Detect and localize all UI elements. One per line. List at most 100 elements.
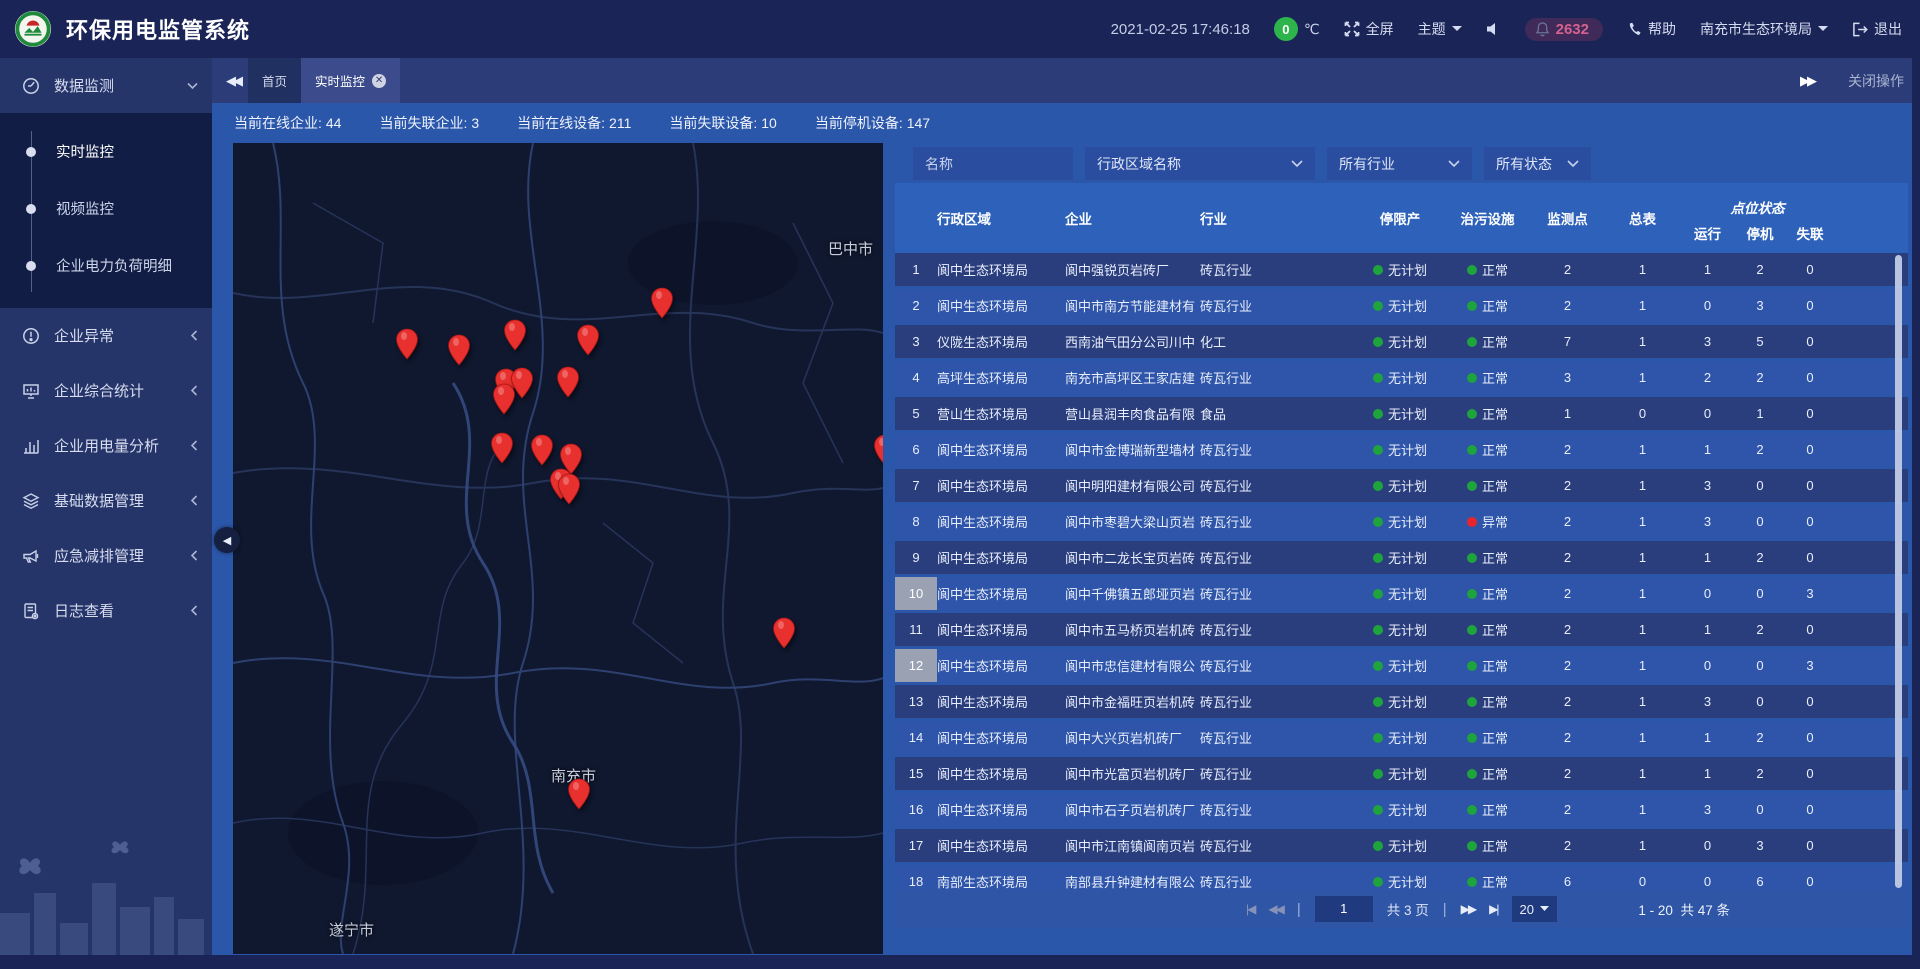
notification-badge[interactable]: 2632 xyxy=(1525,18,1603,41)
table-row[interactable]: 6阆中生态环境局阆中市金博瑞新型墙材砖瓦行业无计划正常21120 xyxy=(895,433,1908,466)
prev-page-button[interactable]: ◀◀ xyxy=(1268,902,1282,916)
cell-production: 无计划 xyxy=(1355,829,1445,862)
cell-region: 阆中生态环境局 xyxy=(937,289,1065,322)
table-row[interactable]: 15阆中生态环境局阆中市光富页岩机砖厂砖瓦行业无计划正常21120 xyxy=(895,757,1908,790)
last-page-button[interactable]: ▶| xyxy=(1489,902,1497,916)
sidebar-item-6[interactable]: 日志查看 xyxy=(0,583,212,638)
sidebar-subitem-1[interactable]: 视频监控 xyxy=(0,180,212,237)
sidebar-subitem-0[interactable]: 实时监控 xyxy=(0,123,212,180)
map-pin-icon[interactable] xyxy=(576,324,600,356)
status-dot-icon xyxy=(1373,301,1383,311)
next-page-button[interactable]: ▶▶ xyxy=(1461,902,1475,916)
sidebar-item-4[interactable]: 基础数据管理 xyxy=(0,473,212,528)
map-pin-icon[interactable] xyxy=(447,334,471,366)
map-pin-icon[interactable] xyxy=(650,287,674,319)
map-pin-icon[interactable] xyxy=(557,473,581,505)
status-dot-icon xyxy=(1467,481,1477,491)
status-dot-icon xyxy=(1373,445,1383,455)
sidebar-collapse-toggle[interactable]: ◀ xyxy=(214,527,240,553)
table-row[interactable]: 12阆中生态环境局阆中市忠信建材有限公砖瓦行业无计划正常21003 xyxy=(895,649,1908,682)
map-roads xyxy=(233,143,883,954)
cell-production: 无计划 xyxy=(1355,253,1445,286)
sidebar-item-0[interactable]: 数据监测 xyxy=(0,58,212,113)
table-panel: 行政区域名称 所有行业 所有状态 xyxy=(895,143,1908,954)
cell-facility: 正常 xyxy=(1445,649,1530,682)
map-pin-icon[interactable] xyxy=(492,383,516,415)
map-pin-icon[interactable] xyxy=(772,617,796,649)
industry-filter-select[interactable]: 所有行业 xyxy=(1327,147,1472,180)
cell-points: 6 xyxy=(1530,865,1605,890)
org-menu[interactable]: 南充市生态环境局 xyxy=(1700,19,1828,39)
cell-region: 阆中生态环境局 xyxy=(937,469,1065,502)
theme-button[interactable]: 主题 xyxy=(1418,19,1462,39)
status-filter-select[interactable]: 所有状态 xyxy=(1484,147,1591,180)
sidebar-item-2[interactable]: 企业综合统计 xyxy=(0,363,212,418)
map-panel[interactable]: 巴中市南充市遂宁市 xyxy=(233,143,883,954)
tab-close-icon[interactable]: ✕ xyxy=(372,74,386,88)
sidebar-item-1[interactable]: 企业异常 xyxy=(0,308,212,363)
cell-region: 阆中生态环境局 xyxy=(937,829,1065,862)
status-dot-icon xyxy=(1373,841,1383,851)
tab-home[interactable]: 首页 xyxy=(248,58,301,103)
table-row[interactable]: 2阆中生态环境局阆中市南方节能建材有砖瓦行业无计划正常21030 xyxy=(895,289,1908,322)
status-dot-icon xyxy=(1373,769,1383,779)
table-row[interactable]: 17阆中生态环境局阆中市江南镇阆南页岩砖瓦行业无计划正常21030 xyxy=(895,829,1908,862)
map-pin-icon[interactable] xyxy=(567,778,591,810)
page-size-select[interactable]: 20 xyxy=(1512,896,1557,922)
tab-realtime-monitor[interactable]: 实时监控 ✕ xyxy=(301,58,400,103)
sidebar: 数据监测实时监控视频监控企业电力负荷明细企业异常企业综合统计企业用电量分析基础数… xyxy=(0,58,212,955)
sidebar-item-label: 基础数据管理 xyxy=(54,490,190,511)
stat-item-2: 当前在线设备:211 xyxy=(517,113,631,133)
table-row[interactable]: 9阆中生态环境局阆中市二龙长宝页岩砖砖瓦行业无计划正常21120 xyxy=(895,541,1908,574)
table-scrollbar[interactable] xyxy=(1895,255,1902,888)
sidebar-item-5[interactable]: 应急减排管理 xyxy=(0,528,212,583)
cell-index: 8 xyxy=(895,505,937,538)
tabs-scroll-left-icon[interactable]: ◀◀ xyxy=(218,73,248,89)
mute-button[interactable] xyxy=(1486,22,1501,36)
cell-points: 2 xyxy=(1530,577,1605,610)
map-pin-icon[interactable] xyxy=(530,434,554,466)
table-row[interactable]: 7阆中生态环境局阆中明阳建材有限公司砖瓦行业无计划正常21300 xyxy=(895,469,1908,502)
cell-lost: 0 xyxy=(1785,325,1835,358)
sidebar-subitem-2[interactable]: 企业电力负荷明细 xyxy=(0,237,212,294)
cell-facility: 正常 xyxy=(1445,613,1530,646)
map-pin-icon[interactable] xyxy=(873,434,883,466)
table-row[interactable]: 14阆中生态环境局阆中大兴页岩机砖厂砖瓦行业无计划正常21120 xyxy=(895,721,1908,754)
cell-index: 6 xyxy=(895,433,937,466)
table-row[interactable]: 1阆中生态环境局阆中强锐页岩砖厂砖瓦行业无计划正常21120 xyxy=(895,253,1908,286)
map-pin-icon[interactable] xyxy=(490,432,514,464)
cell-region: 南部生态环境局 xyxy=(937,865,1065,890)
table-row[interactable]: 13阆中生态环境局阆中市金福旺页岩机砖砖瓦行业无计划正常21300 xyxy=(895,685,1908,718)
table-row[interactable]: 18南部生态环境局南部县升钟建材有限公砖瓦行业无计划正常60060 xyxy=(895,865,1908,890)
table-row[interactable]: 8阆中生态环境局阆中市枣碧大梁山页岩砖瓦行业无计划异常21300 xyxy=(895,505,1908,538)
first-page-button[interactable]: |◀ xyxy=(1246,902,1254,916)
help-button[interactable]: 帮助 xyxy=(1627,19,1676,39)
cell-points: 2 xyxy=(1530,649,1605,682)
table-row[interactable]: 16阆中生态环境局阆中市石子页岩机砖厂砖瓦行业无计划正常21300 xyxy=(895,793,1908,826)
page-number-input[interactable]: 1 xyxy=(1315,896,1373,922)
status-dot-icon xyxy=(1467,589,1477,599)
logout-button[interactable]: 退出 xyxy=(1852,19,1902,39)
filter-row: 行政区域名称 所有行业 所有状态 xyxy=(913,147,1591,180)
table-row[interactable]: 11阆中生态环境局阆中市五马桥页岩机砖砖瓦行业无计划正常21120 xyxy=(895,613,1908,646)
map-pin-icon[interactable] xyxy=(503,319,527,351)
close-operations-button[interactable]: 关闭操作 xyxy=(1848,71,1904,91)
map-pin-icon[interactable] xyxy=(395,328,419,360)
window-scrollbar-track[interactable] xyxy=(1912,0,1920,969)
bell-icon xyxy=(1535,21,1550,37)
layers-icon xyxy=(22,492,42,510)
cell-stop: 0 xyxy=(1735,505,1785,538)
cell-company: 阆中市石子页岩机砖厂 xyxy=(1065,793,1200,826)
table-row[interactable]: 10阆中生态环境局阆中千佛镇五郎垭页岩砖瓦行业无计划正常21003 xyxy=(895,577,1908,610)
fullscreen-button[interactable]: 全屏 xyxy=(1344,19,1394,39)
cell-region: 阆中生态环境局 xyxy=(937,649,1065,682)
tabs-scroll-right-icon[interactable]: ▶▶ xyxy=(1792,73,1822,89)
map-pin-icon[interactable] xyxy=(556,366,580,398)
name-filter-input[interactable] xyxy=(925,156,1061,172)
region-filter-select[interactable]: 行政区域名称 xyxy=(1085,147,1315,180)
table-row[interactable]: 4高坪生态环境局南充市高坪区王家店建砖瓦行业无计划正常31220 xyxy=(895,361,1908,394)
cell-run: 1 xyxy=(1680,433,1735,466)
table-row[interactable]: 3仪陇生态环境局西南油气田分公司川中化工无计划正常71350 xyxy=(895,325,1908,358)
sidebar-item-3[interactable]: 企业用电量分析 xyxy=(0,418,212,473)
table-row[interactable]: 5营山生态环境局营山县润丰肉食品有限食品无计划正常10010 xyxy=(895,397,1908,430)
